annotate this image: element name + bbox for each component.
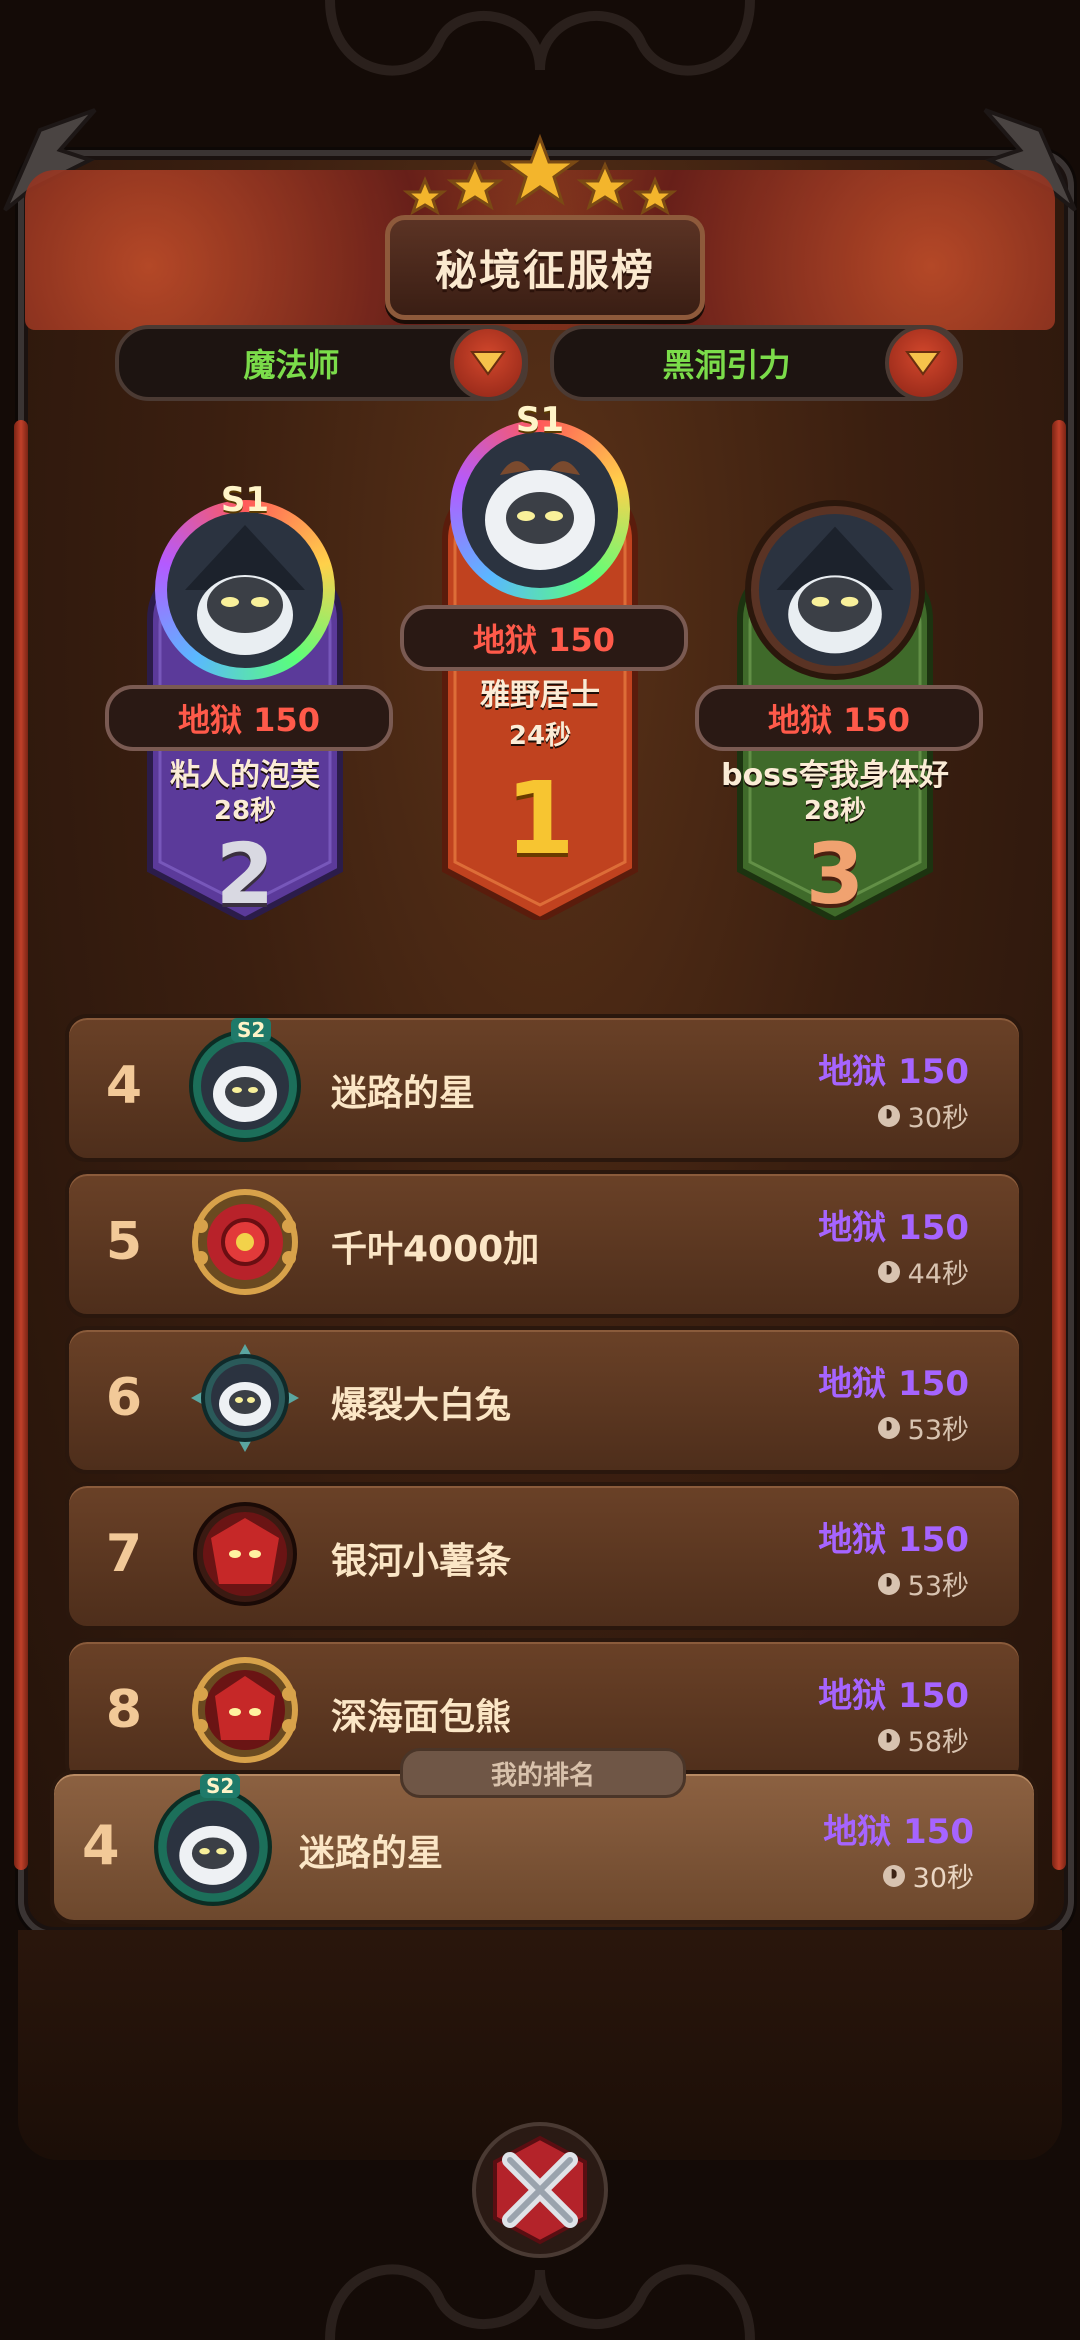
player-time: 30秒 [882, 1856, 974, 1895]
right-rail [1052, 420, 1066, 1870]
rank-number: 4 [82, 1814, 120, 1877]
player-name: 千叶4000加 [331, 1229, 540, 1270]
player-time: 53秒 [877, 1564, 969, 1603]
player-time: 58秒 [877, 1720, 969, 1759]
time-value: 58秒 [907, 1727, 969, 1758]
avatar [154, 1788, 272, 1906]
player-name: 雅野居士 [480, 678, 600, 713]
list-item[interactable]: 5 千叶4000加 地狱 150 44秒 [65, 1170, 1023, 1318]
difficulty-label: 地狱 150 [823, 1812, 974, 1852]
mode-filter-dropdown[interactable]: 黑洞引力 [550, 325, 963, 401]
page-title: 秘境征服榜 [434, 246, 655, 295]
difficulty-label: 地狱 150 [400, 605, 688, 671]
avatar [155, 500, 335, 680]
clock-icon [882, 1864, 905, 1887]
avatar [191, 1344, 299, 1452]
avatar [192, 1657, 298, 1763]
time-value: 53秒 [907, 1415, 969, 1446]
rank-number: 4 [105, 1056, 143, 1116]
rank-number: 2 [215, 825, 275, 923]
avatar [189, 1030, 301, 1142]
chevron-down-icon [450, 325, 526, 401]
player-time: 44秒 [877, 1252, 969, 1291]
leaderboard-title: 秘境征服榜 [385, 215, 705, 320]
podium-rank-2[interactable]: S1 地狱 150 粘人的泡芙 28秒 2 [105, 480, 393, 940]
player-name: 银河小薯条 [331, 1541, 512, 1582]
season-badge: S2 [231, 1018, 272, 1042]
avatar [450, 420, 630, 600]
list-item[interactable]: 4 S2 迷路的星 地狱 150 30秒 [65, 1014, 1023, 1162]
player-time: 30秒 [877, 1096, 969, 1135]
season-badge: S2 [200, 1774, 241, 1798]
difficulty-label: 地狱 150 [818, 1364, 969, 1404]
player-name: 粘人的泡芙 [170, 758, 320, 793]
rank-number: 7 [105, 1524, 143, 1584]
player-name: 深海面包熊 [331, 1697, 512, 1738]
clock-icon [877, 1260, 900, 1283]
star-icon [446, 161, 504, 211]
close-x-icon[interactable] [470, 2120, 610, 2260]
rating-stars [402, 133, 678, 216]
player-time: 24秒 [508, 721, 572, 751]
difficulty-label: 地狱 150 [818, 1520, 969, 1560]
my-rank-tag: 我的排名 [400, 1748, 686, 1798]
avatar-hooded-sheep [167, 512, 323, 668]
clock-icon [877, 1104, 900, 1127]
difficulty-label: 地狱 150 [818, 1052, 969, 1092]
difficulty-label: 地狱 150 [818, 1208, 969, 1248]
rank-number: 8 [105, 1680, 143, 1740]
avatar [193, 1502, 297, 1606]
star-icon [500, 133, 580, 206]
list-item[interactable]: 6 爆裂大白兔 地狱 150 53秒 [65, 1326, 1023, 1474]
player-time: 28秒 [803, 796, 867, 826]
avatar [192, 1189, 298, 1295]
difficulty-label: 地狱 150 [105, 685, 393, 751]
rank-number: 1 [505, 760, 575, 877]
rank-number: 6 [105, 1368, 143, 1428]
class-filter-dropdown[interactable]: 魔法师 [115, 325, 528, 401]
clock-icon [877, 1416, 900, 1439]
player-time: 53秒 [877, 1408, 969, 1447]
season-badge: S1 [515, 400, 565, 440]
player-name: 爆裂大白兔 [331, 1385, 512, 1426]
avatar [745, 500, 925, 680]
clock-icon [877, 1572, 900, 1595]
player-name: 迷路的星 [331, 1073, 476, 1114]
star-icon [576, 161, 634, 211]
avatar-hooded-sheep [758, 513, 912, 667]
player-time: 28秒 [213, 796, 277, 826]
player-name: boss夸我身体好 [721, 758, 949, 793]
left-rail [14, 420, 28, 1870]
player-name: 迷路的星 [299, 1833, 444, 1874]
difficulty-label: 地狱 150 [695, 685, 983, 751]
clock-icon [877, 1728, 900, 1751]
podium-rank-3[interactable]: 地狱 150 boss夸我身体好 28秒 3 [695, 480, 983, 940]
podium-rank-1[interactable]: S1 地狱 150 雅野居士 24秒 1 [400, 400, 688, 920]
star-icon [402, 176, 448, 216]
rank-number: 3 [805, 825, 865, 923]
difficulty-label: 地狱 150 [818, 1676, 969, 1716]
rank-number: 5 [105, 1212, 143, 1272]
time-value: 30秒 [912, 1863, 974, 1894]
season-badge: S1 [220, 480, 270, 520]
chevron-down-icon [885, 325, 961, 401]
list-item[interactable]: 7 银河小薯条 地狱 150 53秒 [65, 1482, 1023, 1630]
avatar-horned-sheep [462, 432, 618, 588]
time-value: 53秒 [907, 1571, 969, 1602]
time-value: 30秒 [907, 1103, 969, 1134]
star-icon [632, 176, 678, 216]
time-value: 44秒 [907, 1259, 969, 1290]
